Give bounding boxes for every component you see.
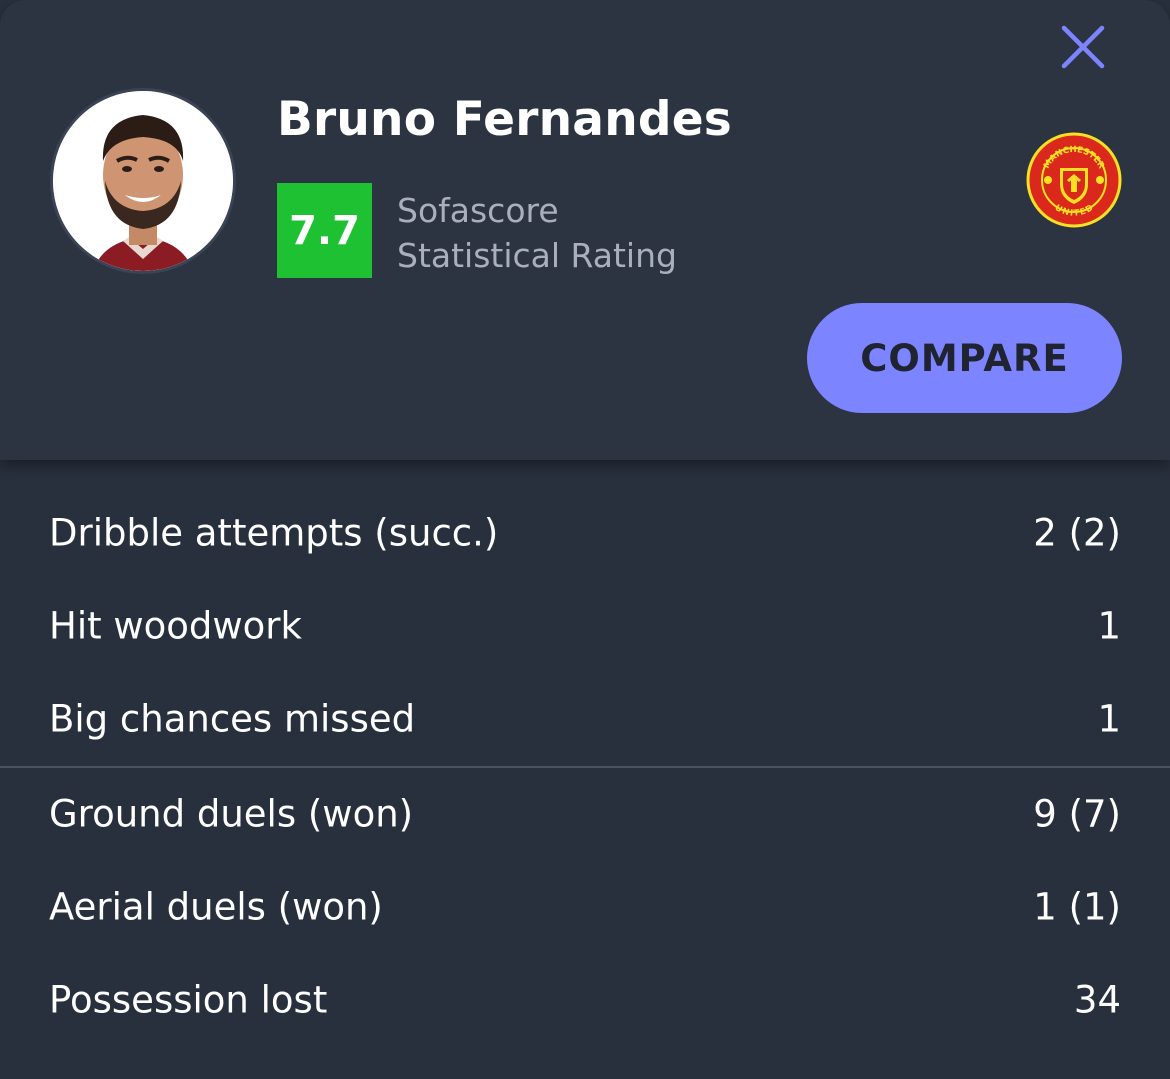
rating-caption-line1: Sofascore xyxy=(397,191,559,230)
player-header: Bruno Fernandes 7.7 Sofascore Statistica… xyxy=(0,0,1170,460)
manchester-united-crest-icon: MANCHESTER UNITED xyxy=(1026,132,1122,228)
stat-value: 1 xyxy=(1097,604,1121,648)
stat-row-possession-lost: Possession lost 34 xyxy=(0,954,1170,1046)
stat-value: 34 xyxy=(1073,978,1121,1022)
stat-value: 1 xyxy=(1097,697,1121,741)
stat-row-ground-duels: Ground duels (won) 9 (7) xyxy=(0,768,1170,860)
stat-value: 2 (2) xyxy=(1033,511,1121,555)
player-name: Bruno Fernandes xyxy=(277,92,732,147)
stat-row-aerial-duels: Aerial duels (won) 1 (1) xyxy=(0,861,1170,953)
compare-button[interactable]: COMPARE xyxy=(807,303,1122,413)
stat-label: Hit woodwork xyxy=(49,604,302,648)
stat-row-big-chances-missed: Big chances missed 1 xyxy=(0,673,1170,765)
player-photo xyxy=(53,91,233,271)
stat-row-hit-woodwork: Hit woodwork 1 xyxy=(0,580,1170,672)
stat-label: Big chances missed xyxy=(49,697,416,741)
stat-label: Aerial duels (won) xyxy=(49,885,383,929)
player-stats-sheet: Bruno Fernandes 7.7 Sofascore Statistica… xyxy=(0,0,1170,1079)
stat-label: Possession lost xyxy=(49,978,328,1022)
rating-caption: Sofascore Statistical Rating xyxy=(397,188,677,278)
stat-row-dribble-attempts: Dribble attempts (succ.) 2 (2) xyxy=(0,487,1170,579)
close-icon[interactable] xyxy=(1058,22,1108,72)
club-crest[interactable]: MANCHESTER UNITED xyxy=(1026,132,1122,228)
player-avatar xyxy=(50,88,236,274)
close-button[interactable] xyxy=(1058,22,1108,72)
rating-badge: 7.7 xyxy=(277,183,372,278)
rating-caption-line2: Statistical Rating xyxy=(397,236,677,275)
stat-label: Dribble attempts (succ.) xyxy=(49,511,499,555)
stat-value: 1 (1) xyxy=(1033,885,1121,929)
stat-label: Ground duels (won) xyxy=(49,792,414,836)
stat-value: 9 (7) xyxy=(1033,792,1121,836)
